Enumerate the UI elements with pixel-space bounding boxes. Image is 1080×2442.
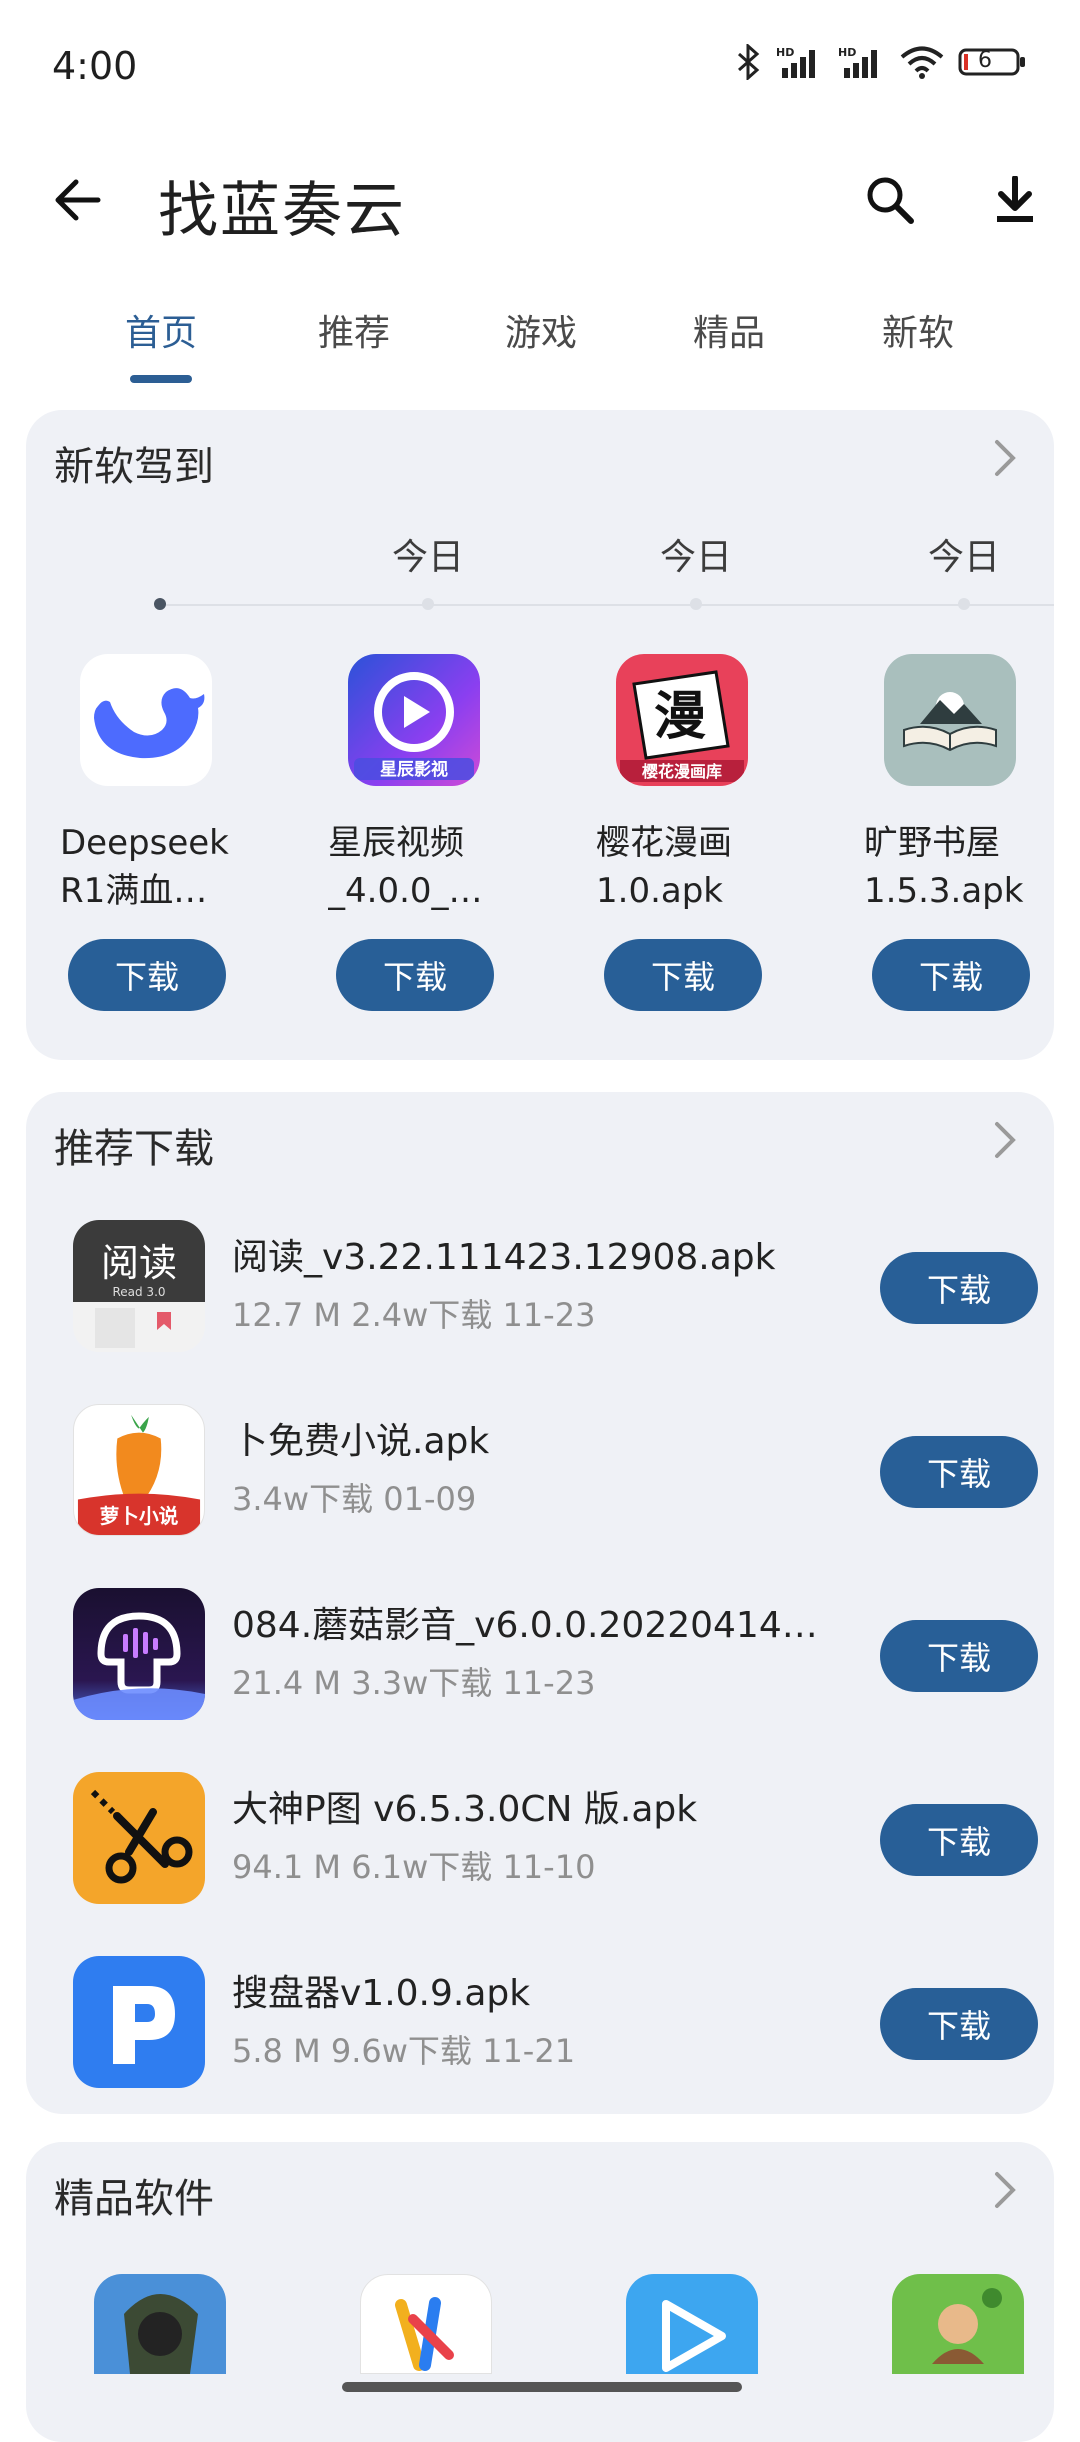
list-item[interactable]: 阅读 Read 3.0 阅读_v3.22.111423.12908.apk 12…: [26, 1200, 1054, 1352]
chevron-right-icon[interactable]: [984, 438, 1024, 478]
item-title: 搜盘器v1.0.9.apk: [232, 1973, 531, 2014]
item-title: 卜免费小说.apk: [232, 1421, 490, 1462]
day-label: 今日: [927, 537, 1000, 578]
tab-recommend[interactable]: 推荐: [284, 304, 424, 356]
section-title-recommend[interactable]: 推荐下载: [54, 1116, 214, 1174]
item-meta: 21.4 M 3.3w下载 11-23: [232, 1664, 596, 1702]
item-meta: 94.1 M 6.1w下载 11-10: [232, 1848, 596, 1886]
search-icon: [867, 177, 914, 224]
app-name: Deepseek R1满血…: [60, 823, 229, 911]
item-meta: 3.4w下载 01-09: [232, 1480, 477, 1518]
day-label: 今日: [659, 537, 732, 578]
status-bar: 4:00 HD HD 6: [0, 0, 1080, 130]
book-icon: [884, 654, 1016, 786]
timeline-dot: [422, 598, 434, 610]
adventure-game-icon[interactable]: [892, 2274, 1024, 2374]
carrot-icon: 萝卜小说: [73, 1404, 205, 1536]
download-button[interactable]: 下载: [68, 939, 226, 1011]
download-button[interactable]: 下载: [880, 1804, 1038, 1876]
icon-caption: 樱花漫画库: [642, 762, 722, 781]
download-button[interactable]: 下载: [872, 939, 1030, 1011]
reader-icon: 阅读 Read 3.0: [73, 1220, 205, 1352]
bluetooth-icon: [736, 44, 762, 80]
p-letter-icon: [73, 1956, 205, 2088]
list-item[interactable]: 084.蘑菇影音_v6.0.0.2022041420… 21.4 M 3.3w下…: [26, 1568, 1054, 1720]
play-icon: 星辰影视: [348, 654, 480, 786]
tab-home[interactable]: 首页: [91, 304, 231, 356]
item-meta: 12.7 M 2.4w下载 11-23: [232, 1296, 596, 1334]
day-label: 今日: [391, 537, 464, 578]
list-item[interactable]: 大神P图 v6.5.3.0CN 版.apk 94.1 M 6.1w下载 11-1…: [26, 1752, 1054, 1904]
icon-caption: Read 3.0: [112, 1285, 165, 1299]
play-store-icon[interactable]: [626, 2274, 758, 2374]
tab-new-software[interactable]: 新软: [848, 304, 988, 356]
download-button[interactable]: 下载: [880, 1252, 1038, 1324]
cellular-signal-icon-2: HD: [838, 44, 886, 80]
item-meta: 5.8 M 9.6w下载 11-21: [232, 2032, 576, 2070]
tab-indicator: [130, 375, 192, 383]
list-item[interactable]: 搜盘器v1.0.9.apk 5.8 M 9.6w下载 11-21 下载: [26, 1936, 1054, 2088]
item-title: 阅读_v3.22.111423.12908.apk: [232, 1237, 776, 1278]
whale-icon: [80, 654, 212, 786]
icon-caption: 萝卜小说: [100, 1505, 179, 1528]
tab-premium[interactable]: 精品: [659, 304, 799, 356]
premium-card: 精品软件: [26, 2142, 1054, 2442]
timeline-dot: [958, 598, 970, 610]
chevron-right-icon[interactable]: [984, 2170, 1024, 2210]
app-name: 旷野书屋 1.5.3.apk: [864, 823, 1024, 911]
icon-glyph: 阅读: [101, 1241, 177, 1285]
recommend-card: 推荐下载 阅读 Read 3.0 阅读_v3.22.111423.12908.a…: [26, 1092, 1054, 2114]
list-item[interactable]: 萝卜小说 卜免费小说.apk 3.4w下载 01-09 下载: [26, 1384, 1054, 1536]
chevron-right-icon[interactable]: [984, 1120, 1024, 1160]
download-button[interactable]: 下载: [336, 939, 494, 1011]
section-title-premium[interactable]: 精品软件: [54, 2166, 214, 2224]
home-indicator[interactable]: [342, 2382, 742, 2392]
app-bar: 找蓝奏云: [0, 140, 1080, 260]
app-name: 星辰视频 _4.0.0_…: [328, 823, 483, 911]
arrow-left-icon: [55, 179, 101, 221]
download-icon: [997, 176, 1033, 222]
battery-level: 6: [978, 48, 992, 73]
download-button[interactable]: 下载: [880, 1988, 1038, 2060]
item-title: 084.蘑菇影音_v6.0.0.2022041420…: [232, 1605, 832, 1646]
search-button[interactable]: [850, 164, 930, 236]
timeline-line: [156, 604, 1054, 606]
item-title: 大神P图 v6.5.3.0CN 版.apk: [232, 1789, 698, 1830]
tab-games[interactable]: 游戏: [471, 304, 611, 356]
download-button[interactable]: 下载: [880, 1436, 1038, 1508]
colorful-logo-icon[interactable]: [360, 2274, 492, 2374]
signal-tag-2: HD: [838, 46, 856, 59]
download-button[interactable]: 下载: [604, 939, 762, 1011]
timeline-dot: [690, 598, 702, 610]
signal-tag: HD: [776, 46, 794, 59]
back-button[interactable]: [42, 164, 114, 236]
section-title-new[interactable]: 新软驾到: [54, 434, 214, 492]
status-icons: HD HD 6: [736, 42, 1028, 82]
soldier-icon[interactable]: [94, 2274, 226, 2374]
tab-bar: 首页 推荐 游戏 精品 新软: [0, 290, 1080, 390]
page-title: 找蓝奏云: [158, 176, 406, 246]
icon-glyph: 漫: [654, 687, 706, 747]
battery-icon: 6: [958, 47, 1028, 77]
app-name: 樱花漫画 1.0.apk: [596, 823, 732, 911]
status-time: 4:00: [52, 44, 138, 88]
cellular-signal-icon: HD: [776, 44, 824, 80]
wifi-icon: [900, 44, 944, 80]
timeline-dot: [154, 598, 166, 610]
download-button[interactable]: [975, 164, 1055, 236]
scissors-icon: [73, 1772, 205, 1904]
icon-caption: 星辰影视: [380, 759, 448, 780]
manga-icon: 漫 樱花漫画库: [616, 654, 748, 786]
mushroom-icon: [73, 1588, 205, 1720]
new-apps-card: 新软驾到 今日 今日 今日 Deepseek R1满血… 下载 星辰影视 星辰视…: [26, 410, 1054, 1060]
download-button[interactable]: 下载: [880, 1620, 1038, 1692]
